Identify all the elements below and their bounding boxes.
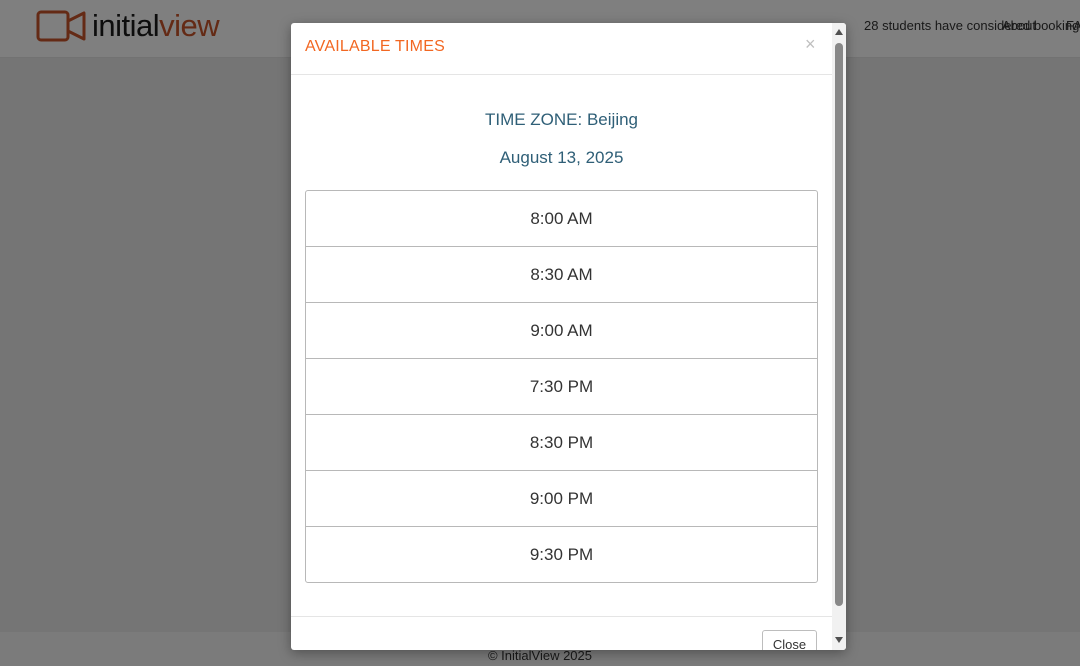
time-zone-label: TIME ZONE: Beijing [484,110,639,129]
modal-header: AVAILABLE TIMES × [291,23,832,75]
close-button[interactable]: Close [762,630,817,650]
available-times-modal: AVAILABLE TIMES × TIME ZONE: Beijing Aug… [291,23,846,650]
time-slot-button[interactable]: 9:00 PM [305,470,818,527]
modal-title: AVAILABLE TIMES [305,38,445,55]
modal-body: AVAILABLE TIMES × TIME ZONE: Beijing Aug… [291,23,832,650]
close-icon[interactable]: × [805,34,816,54]
modal-footer: Close [291,616,832,650]
time-slot-button[interactable]: 9:00 AM [305,302,818,359]
modal-scrollbar[interactable] [832,23,846,650]
scroll-up-arrow-icon[interactable] [835,29,843,35]
time-slot-button[interactable]: 7:30 PM [305,358,818,415]
scroll-down-arrow-icon[interactable] [835,637,843,643]
time-slot-button[interactable]: 9:30 PM [305,526,818,583]
time-slot-button[interactable]: 8:30 PM [305,414,818,471]
selected-date: August 13, 2025 [499,148,624,167]
page: initialview 28 students have considered … [0,0,1080,666]
time-slot-button[interactable]: 8:30 AM [305,246,818,303]
time-slot-list: 8:00 AM 8:30 AM 9:00 AM 7:30 PM 8:30 PM … [305,190,818,583]
scrollbar-thumb[interactable] [835,43,843,606]
time-slot-button[interactable]: 8:00 AM [305,190,818,247]
